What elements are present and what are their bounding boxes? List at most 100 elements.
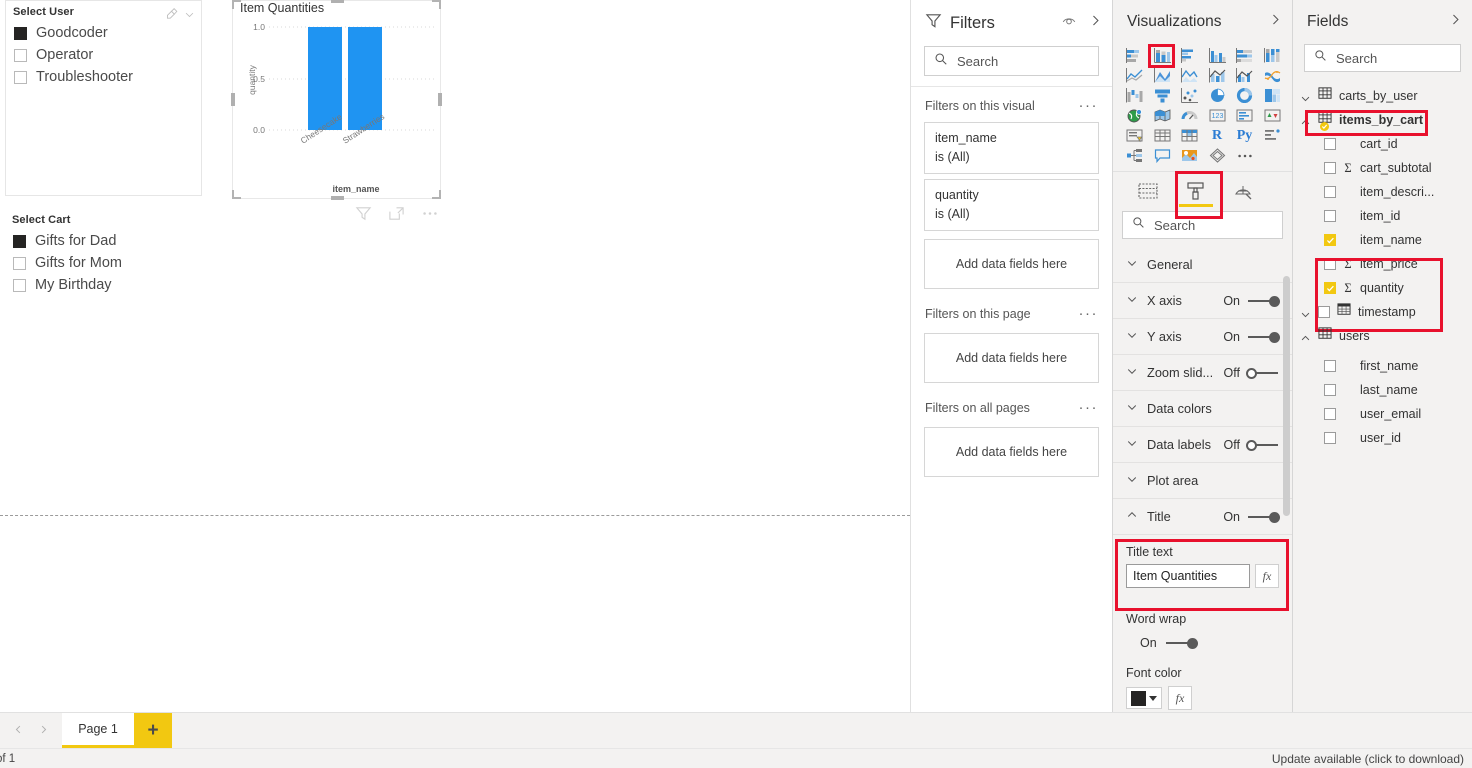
checkbox[interactable]	[1324, 186, 1336, 198]
list-item[interactable]: My Birthday	[13, 274, 202, 296]
chevron-left-icon[interactable]	[13, 722, 24, 740]
100-stacked-column-chart-icon[interactable]	[1259, 46, 1286, 65]
collapse-visualizations-icon[interactable]	[1269, 13, 1282, 31]
donut-chart-icon[interactable]	[1231, 86, 1258, 105]
toggle-switch[interactable]	[1246, 331, 1280, 343]
line-chart-icon[interactable]	[1121, 66, 1148, 85]
column-chart-visual[interactable]: Item Quantities 1.0 0.5 0.0 quantity Che…	[231, 0, 442, 200]
resize-handle-left[interactable]	[231, 93, 235, 106]
chevron-up-icon[interactable]	[1300, 331, 1311, 342]
checkbox[interactable]	[1324, 408, 1336, 420]
filled-map-icon[interactable]	[1149, 106, 1176, 125]
resize-handle-bl[interactable]	[232, 190, 241, 199]
slicer-user-list[interactable]: Goodcoder Operator Troubleshooter	[6, 20, 201, 88]
page-tabs-bar[interactable]: Page 1 +	[0, 712, 1472, 748]
field-item-description[interactable]: item_descri...	[1293, 180, 1472, 204]
page-navigation-arrows[interactable]	[0, 713, 62, 748]
filter-card[interactable]: item_name is (All)	[924, 122, 1099, 174]
clustered-bar-chart-icon[interactable]	[1176, 46, 1203, 65]
chevron-up-icon[interactable]	[1300, 115, 1311, 126]
format-tab[interactable]	[1175, 170, 1223, 219]
focus-mode-icon[interactable]	[388, 205, 405, 227]
field-last-name[interactable]: last_name	[1293, 378, 1472, 402]
paginated-report-icon[interactable]	[1204, 146, 1231, 165]
stacked-area-chart-icon[interactable]	[1176, 66, 1203, 85]
fields-tree[interactable]: carts_by_user items_by_cart cart_id Σ ca…	[1293, 84, 1472, 450]
matrix-icon[interactable]	[1176, 126, 1203, 145]
font-color-setting[interactable]: Font color fx	[1113, 650, 1292, 710]
slicer-cart-list[interactable]: Gifts for Dad Gifts for Mom My Birthday	[5, 228, 202, 296]
list-item[interactable]: Gifts for Mom	[13, 252, 202, 274]
pie-chart-icon[interactable]	[1204, 86, 1231, 105]
format-section-title[interactable]: Title On	[1113, 499, 1292, 535]
area-chart-icon[interactable]	[1149, 66, 1176, 85]
chevron-down-icon[interactable]	[1300, 307, 1311, 318]
checkbox[interactable]	[14, 48, 27, 62]
checkbox[interactable]	[13, 234, 26, 248]
data-labels-toggle[interactable]: Off	[1224, 438, 1280, 452]
collapse-filters-icon[interactable]	[1089, 14, 1102, 32]
stacked-bar-chart-icon[interactable]	[1121, 46, 1148, 65]
funnel-chart-icon[interactable]	[1149, 86, 1176, 105]
update-available-link[interactable]: Update available (click to download)	[1272, 752, 1472, 766]
chevron-down-icon[interactable]	[184, 7, 195, 18]
more-options-icon[interactable]: ···	[1079, 306, 1099, 321]
resize-handle-top[interactable]	[331, 0, 344, 3]
fields-table-items-by-cart[interactable]: items_by_cart	[1293, 108, 1472, 132]
field-cart-subtotal[interactable]: Σ cart_subtotal	[1293, 156, 1472, 180]
fields-search-input[interactable]: Search	[1304, 44, 1461, 72]
checkbox[interactable]	[1324, 234, 1336, 246]
format-pane-scrollbar[interactable]	[1283, 276, 1290, 516]
chevron-right-icon[interactable]	[38, 722, 49, 740]
visualizations-pane-tabs[interactable]	[1113, 170, 1292, 219]
resize-handle-tl[interactable]	[232, 0, 241, 9]
list-item[interactable]: Gifts for Dad	[13, 230, 202, 252]
eraser-icon[interactable]	[165, 6, 178, 19]
hide-filters-icon[interactable]	[1061, 13, 1077, 34]
y-axis-toggle[interactable]: On	[1223, 330, 1280, 344]
scatter-chart-icon[interactable]	[1176, 86, 1203, 105]
ribbon-chart-icon[interactable]	[1259, 66, 1286, 85]
filter-dropzone-allpages[interactable]: Add data fields here	[924, 427, 1099, 477]
filter-card[interactable]: quantity is (All)	[924, 179, 1099, 231]
multi-row-card-icon[interactable]	[1231, 106, 1258, 125]
list-item[interactable]: Operator	[14, 44, 201, 66]
page-tab-page-1[interactable]: Page 1	[62, 713, 134, 748]
checkbox[interactable]	[1324, 282, 1336, 294]
arcgis-maps-icon[interactable]	[1176, 146, 1203, 165]
format-section-y-axis[interactable]: Y axis On	[1113, 319, 1292, 355]
format-section-plot-area[interactable]: Plot area	[1113, 463, 1292, 499]
analytics-tab[interactable]	[1231, 178, 1257, 204]
collapse-fields-icon[interactable]	[1449, 13, 1462, 31]
toggle-switch[interactable]	[1246, 367, 1280, 379]
field-item-id[interactable]: item_id	[1293, 204, 1472, 228]
field-item-name[interactable]: item_name	[1293, 228, 1472, 252]
conditional-formatting-fx-button[interactable]: fx	[1168, 686, 1192, 710]
filter-dropzone-visual[interactable]: Add data fields here	[924, 239, 1099, 289]
visual-type-gallery[interactable]: 123 R Py	[1113, 44, 1292, 165]
checkbox[interactable]	[1324, 384, 1336, 396]
slicer-icon[interactable]	[1121, 126, 1148, 145]
word-wrap-toggle[interactable]: On	[1126, 636, 1279, 650]
filters-search-input[interactable]: Search	[924, 46, 1099, 76]
zoom-slider-toggle[interactable]: Off	[1224, 366, 1280, 380]
field-first-name[interactable]: first_name	[1293, 354, 1472, 378]
checkbox[interactable]	[1324, 258, 1336, 270]
x-axis-toggle[interactable]: On	[1223, 294, 1280, 308]
checkbox[interactable]	[1324, 138, 1336, 150]
checkbox[interactable]	[1324, 210, 1336, 222]
key-influencers-icon[interactable]	[1259, 126, 1286, 145]
title-text-setting[interactable]: Title text Item Quantities fx	[1113, 535, 1292, 611]
format-section-x-axis[interactable]: X axis On	[1113, 283, 1292, 319]
toggle-switch[interactable]	[1164, 637, 1198, 649]
python-visual-icon[interactable]: Py	[1231, 126, 1258, 145]
list-item[interactable]: Troubleshooter	[14, 66, 201, 88]
visual-header-toolbar[interactable]	[355, 205, 439, 227]
checkbox[interactable]	[14, 70, 27, 84]
checkbox[interactable]	[1324, 432, 1336, 444]
add-page-button[interactable]: +	[134, 713, 172, 748]
decomposition-tree-icon[interactable]	[1121, 146, 1148, 165]
toggle-switch[interactable]	[1246, 439, 1280, 451]
format-sections-list[interactable]: General X axis On Y axis On Zoom slid...…	[1113, 247, 1292, 535]
font-color-picker[interactable]	[1126, 687, 1162, 709]
